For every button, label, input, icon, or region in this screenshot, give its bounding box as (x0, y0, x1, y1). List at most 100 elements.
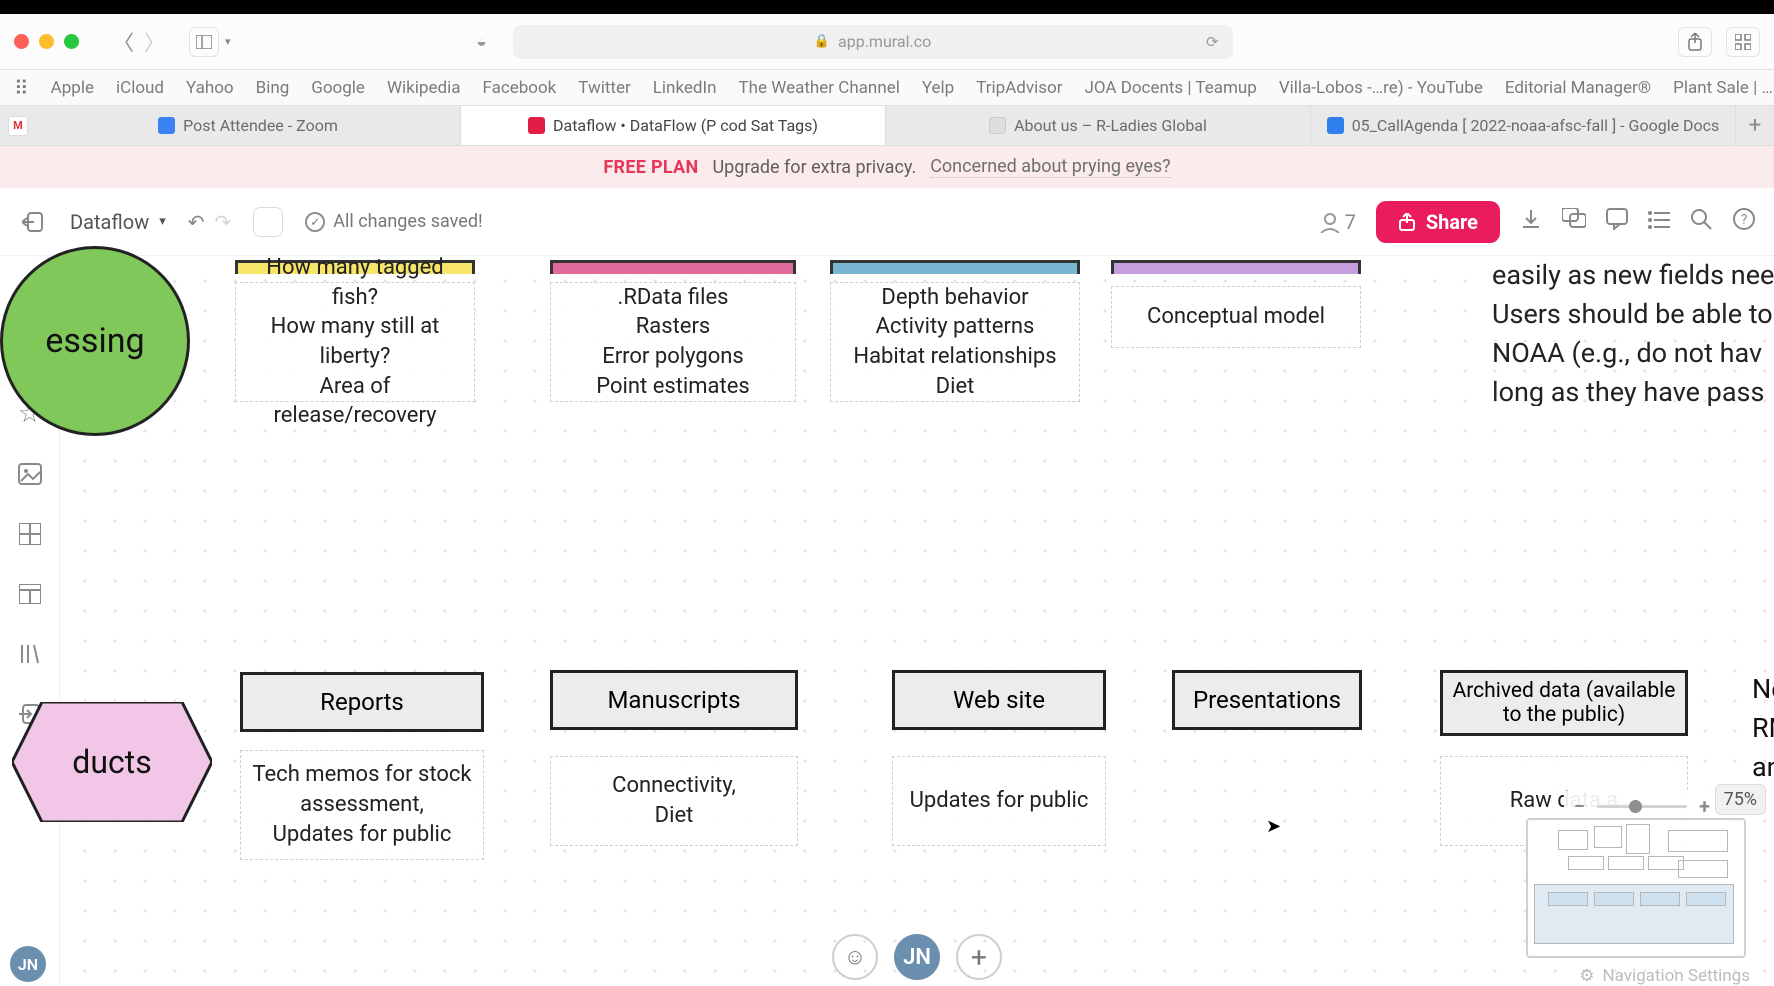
source-strip-pink[interactable] (550, 260, 796, 274)
zoom-percent[interactable]: 75% (1715, 784, 1766, 815)
bookmark-item[interactable]: TripAdvisor (976, 78, 1062, 98)
url-text: app.mural.co (838, 32, 931, 51)
tab-zoom[interactable]: Post Attendee - Zoom (36, 106, 461, 145)
chevron-down-icon[interactable]: ▾ (225, 35, 231, 48)
zoom-track[interactable] (1597, 805, 1687, 808)
frameworks-icon[interactable] (16, 520, 44, 548)
chevron-down-icon[interactable]: ▾ (159, 214, 166, 229)
share-icon[interactable] (1678, 27, 1712, 57)
far-right-note[interactable]: Ne RM an (1752, 670, 1774, 787)
products-node[interactable]: ducts (12, 702, 212, 822)
detail-reports[interactable]: Tech memos for stock assessment, Updates… (240, 750, 484, 860)
close-window-icon[interactable] (14, 34, 29, 49)
bookmark-item[interactable]: Villa-Lobos -…re) - YouTube (1279, 78, 1483, 98)
bookmark-item[interactable]: Bing (256, 78, 290, 98)
browser-titlebar: 〈 〉 ▾ ◒ 🔒 app.mural.co ⟳ (0, 14, 1774, 70)
product-archived[interactable]: Archived data (available to the public) (1440, 670, 1688, 736)
bookmark-item[interactable]: JOA Docents | Teamup (1084, 78, 1256, 98)
avatar[interactable]: JN (10, 946, 46, 982)
pinned-tab-gmail[interactable]: M (0, 106, 36, 145)
mural-toolbar: Dataflow ▾ ↶ ↷ ✓ All changes saved! 7 Sh… (0, 188, 1774, 256)
invite-button[interactable]: + (956, 934, 1002, 980)
product-website[interactable]: Web site (892, 670, 1106, 730)
lock-icon: 🔒 (814, 34, 830, 49)
bookmark-item[interactable]: Facebook (482, 78, 556, 98)
new-tab-button[interactable]: + (1736, 106, 1774, 145)
tab-gdocs[interactable]: 05_CallAgenda [ 2022-noaa-afsc-fall ] - … (1311, 106, 1736, 145)
library-icon[interactable] (16, 640, 44, 668)
forward-button[interactable]: 〉 (144, 27, 165, 57)
zoom-knob[interactable] (1629, 800, 1642, 813)
product-manuscripts[interactable]: Manuscripts (550, 670, 798, 730)
maximize-window-icon[interactable] (64, 34, 79, 49)
redo-icon[interactable]: ↷ (215, 210, 232, 234)
text: Conceptual model (1147, 302, 1325, 332)
apps-grid-icon[interactable]: ⠿ (14, 76, 29, 100)
navigation-settings[interactable]: ⚙ Navigation Settings (1579, 966, 1750, 986)
detail-website[interactable]: Updates for public (892, 756, 1106, 846)
bookmark-item[interactable]: Google (311, 78, 365, 98)
chat-icon[interactable] (1606, 208, 1628, 236)
window-traffic-lights[interactable] (14, 34, 79, 49)
mural-canvas[interactable]: essing ducts How many tagged fish? How m… (60, 256, 1774, 986)
mural-title[interactable]: Dataflow ▾ (70, 210, 166, 234)
bookmark-item[interactable]: Apple (51, 78, 94, 98)
product-presentations[interactable]: Presentations (1172, 670, 1362, 730)
privacy-shield-icon[interactable]: ◒ (465, 27, 499, 57)
promo-link[interactable]: Concerned about prying eyes? (930, 156, 1170, 178)
tab-label: Post Attendee - Zoom (183, 116, 338, 135)
address-bar[interactable]: 🔒 app.mural.co ⟳ (513, 25, 1233, 59)
participants-count[interactable]: 7 (1319, 210, 1356, 234)
source-purple[interactable]: Conceptual model (1111, 286, 1361, 348)
share-button[interactable]: Share (1376, 201, 1500, 243)
bookmark-item[interactable]: The Weather Channel (739, 78, 900, 98)
browser-tabs: M Post Attendee - Zoom Dataflow • DataFl… (0, 106, 1774, 146)
svg-text:?: ? (1741, 212, 1748, 228)
bookmark-item[interactable]: iCloud (116, 78, 164, 98)
source-pink[interactable]: .RData files Rasters Error polygons Poin… (550, 282, 796, 402)
tab-rladies[interactable]: About us – R-Ladies Global (886, 106, 1311, 145)
bookmark-item[interactable]: Twitter (578, 78, 630, 98)
text: Updates for public (910, 786, 1089, 816)
image-icon[interactable] (16, 460, 44, 488)
reactions-button[interactable]: ☺ (832, 934, 878, 980)
bookmark-item[interactable]: Yelp (922, 78, 954, 98)
tab-label: Dataflow • DataFlow (P cod Sat Tags) (553, 116, 818, 135)
detail-manuscripts[interactable]: Connectivity, Diet (550, 756, 798, 846)
back-button[interactable]: 〈 (113, 27, 134, 57)
undo-icon[interactable]: ↶ (188, 210, 205, 234)
reload-icon[interactable]: ⟳ (1206, 33, 1219, 51)
source-blue[interactable]: Depth behavior Activity patterns Habitat… (830, 282, 1080, 402)
mural-title-text: Dataflow (70, 210, 149, 234)
exit-icon[interactable] (18, 207, 48, 237)
minimize-window-icon[interactable] (39, 34, 54, 49)
node-label: essing (45, 321, 144, 361)
processing-node[interactable]: essing (0, 246, 190, 436)
tab-mural[interactable]: Dataflow • DataFlow (P cod Sat Tags) (461, 106, 886, 145)
source-strip-blue[interactable] (830, 260, 1080, 274)
product-reports[interactable]: Reports (240, 672, 484, 732)
download-icon[interactable] (1520, 208, 1542, 236)
source-strip-purple[interactable] (1111, 260, 1361, 274)
search-icon[interactable] (1690, 208, 1712, 236)
outline-icon[interactable] (1648, 208, 1670, 236)
comments-icon[interactable] (1562, 208, 1586, 236)
minimap[interactable] (1526, 818, 1746, 958)
bookmark-item[interactable]: Wikipedia (387, 78, 461, 98)
bookmark-item[interactable]: Yahoo (186, 78, 234, 98)
zoom-in-icon[interactable]: + (1699, 794, 1710, 818)
user-avatar[interactable]: JN (894, 934, 940, 980)
bookmark-item[interactable]: LinkedIn (653, 78, 717, 98)
cursor-tool[interactable] (253, 207, 283, 237)
bookmark-item[interactable]: Plant Sale | …son Arboretum (1673, 78, 1774, 98)
source-yellow[interactable]: How many tagged fish? How many still at … (235, 282, 475, 402)
sidebar-toggle-icon[interactable] (189, 27, 219, 57)
side-note[interactable]: easily as new fields nee Users should be… (1492, 256, 1774, 406)
bookmark-item[interactable]: Editorial Manager® (1505, 78, 1651, 98)
label: Presentations (1193, 686, 1341, 714)
table-icon[interactable] (16, 580, 44, 608)
help-icon[interactable]: ? (1732, 207, 1756, 237)
zoom-out-icon[interactable]: − (1574, 794, 1585, 818)
nav-settings-label: Navigation Settings (1603, 966, 1750, 986)
tabs-overview-icon[interactable] (1726, 27, 1760, 57)
